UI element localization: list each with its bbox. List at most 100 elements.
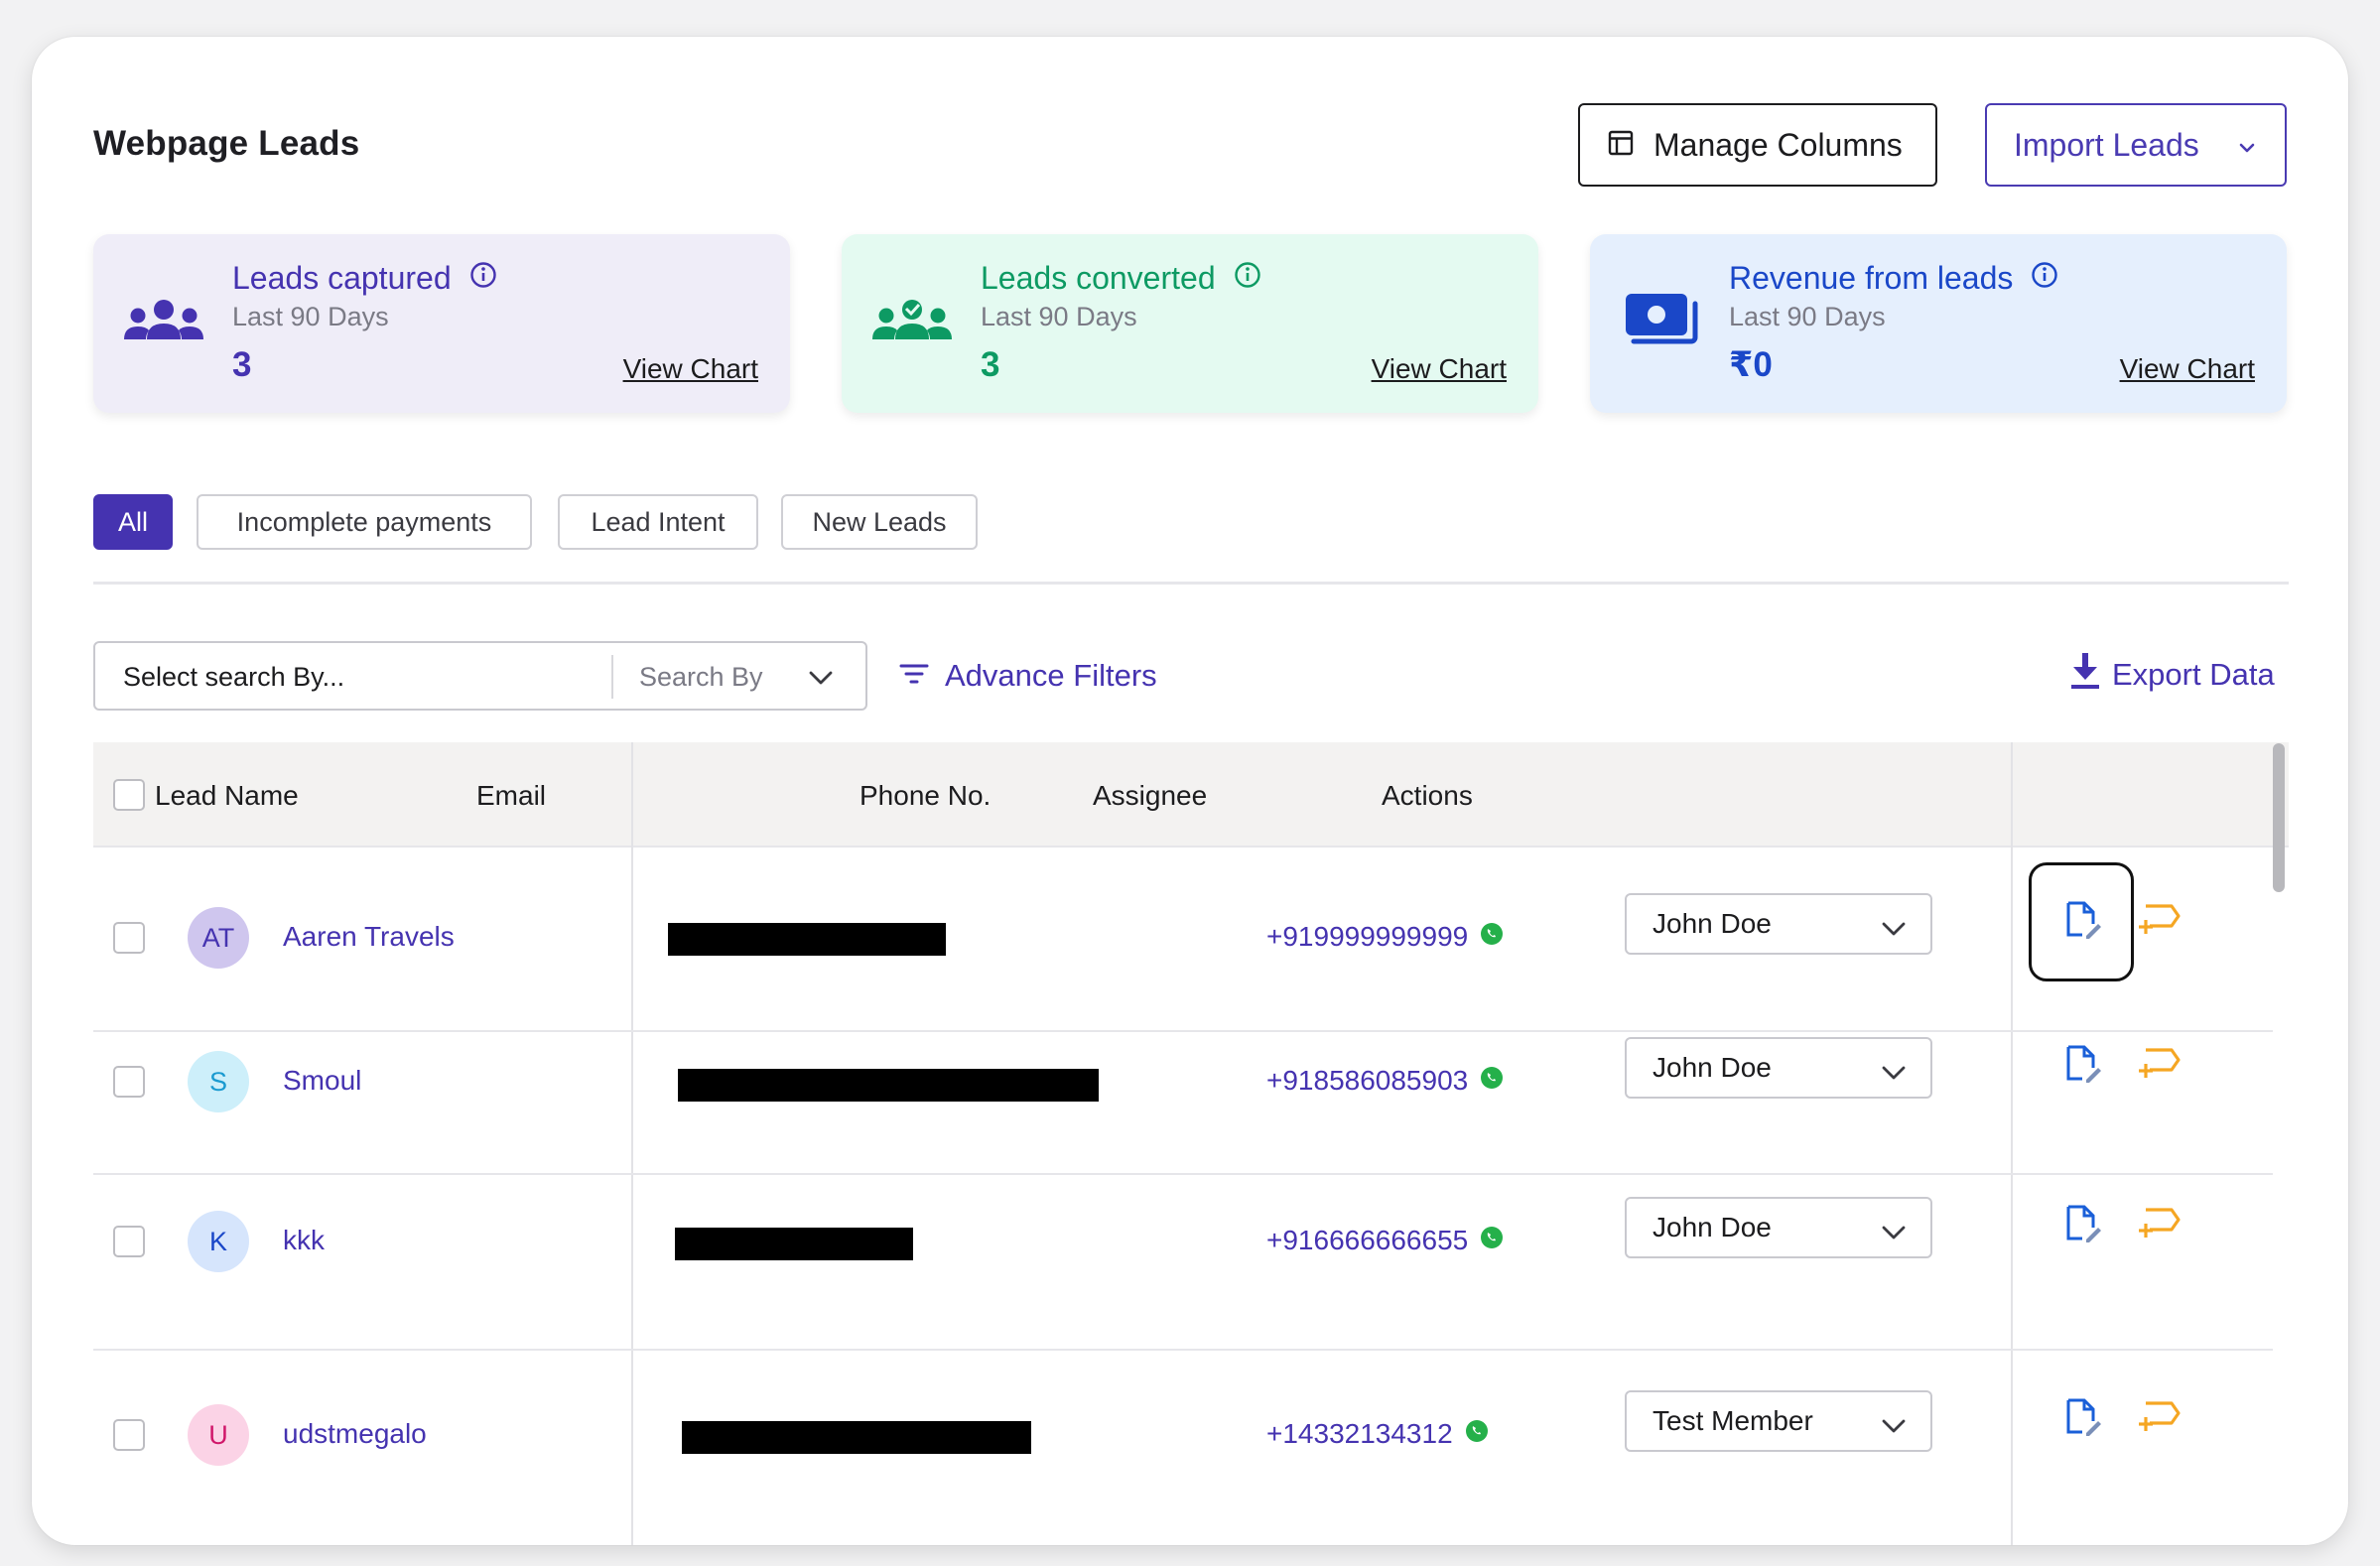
whatsapp-icon[interactable]: [1465, 1418, 1489, 1450]
money-icon: [1624, 292, 1699, 354]
phone-number: +916666666655: [1266, 1225, 1469, 1255]
row-checkbox[interactable]: [113, 1066, 145, 1098]
row-checkbox[interactable]: [113, 922, 145, 954]
table-header: Lead Name Email Phone No. Assignee Actio…: [93, 742, 2289, 848]
email-redacted: [668, 923, 946, 956]
row-checkbox[interactable]: [113, 1226, 145, 1257]
add-followup-icon[interactable]: [2138, 1397, 2182, 1437]
column-divider: [2011, 742, 2013, 1545]
lead-name-link[interactable]: udstmegalo: [283, 1418, 427, 1450]
column-header-actions: Actions: [1382, 780, 1473, 811]
column-header-assignee[interactable]: Assignee: [1093, 780, 1207, 812]
leads-captured-card: Leads captured Last 90 Days 3 View Chart: [93, 234, 790, 413]
add-followup-icon[interactable]: [2138, 900, 2182, 940]
assignee-select[interactable]: Test Member: [1625, 1390, 1932, 1452]
advance-filters-button[interactable]: Advance Filters: [899, 658, 1157, 694]
divider: [611, 655, 613, 699]
avatar: AT: [188, 907, 249, 969]
edit-lead-icon[interactable]: [2062, 1204, 2102, 1243]
view-chart-link[interactable]: View Chart: [2120, 353, 2255, 385]
email-redacted: [682, 1421, 1031, 1454]
assignee-select[interactable]: John Doe: [1625, 1037, 1932, 1099]
card-value: 3: [981, 345, 1000, 384]
tab-incomplete-payments[interactable]: Incomplete payments: [197, 494, 532, 550]
card-title: Leads captured: [232, 260, 452, 296]
info-icon[interactable]: [2031, 260, 2058, 297]
add-followup-icon[interactable]: [2138, 1204, 2182, 1243]
info-icon[interactable]: [1234, 260, 1261, 297]
assignee-value: John Doe: [1653, 1052, 1772, 1083]
page-title: Webpage Leads: [93, 124, 360, 163]
whatsapp-icon[interactable]: [1480, 921, 1504, 953]
users-group-icon: [123, 296, 204, 356]
avatar: U: [188, 1404, 249, 1466]
columns-icon: [1608, 127, 1634, 164]
chevron-down-icon: [2235, 131, 2259, 168]
card-value: ₹0: [1729, 345, 1773, 384]
whatsapp-icon[interactable]: [1480, 1225, 1504, 1256]
card-value: 3: [232, 345, 252, 384]
search-bar: Select search By... Search By: [93, 641, 867, 711]
info-icon[interactable]: [469, 260, 497, 297]
row-divider: [93, 1349, 2273, 1351]
card-period: Last 90 Days: [981, 302, 1137, 331]
whatsapp-icon[interactable]: [1480, 1065, 1504, 1097]
chevron-down-icon[interactable]: [808, 667, 834, 694]
assignee-value: John Doe: [1653, 908, 1772, 939]
edit-lead-icon[interactable]: [2062, 1397, 2102, 1437]
chevron-down-icon: [1881, 1219, 1907, 1250]
chevron-down-icon: [1881, 1059, 1907, 1091]
leads-panel: Webpage Leads Manage Columns Import Lead…: [32, 37, 2348, 1545]
filter-icon: [899, 658, 929, 694]
search-input[interactable]: Select search By...: [123, 662, 344, 693]
manage-columns-label: Manage Columns: [1653, 126, 1903, 163]
column-divider: [631, 742, 633, 1545]
search-by-select[interactable]: Search By: [639, 662, 763, 693]
tab-lead-intent[interactable]: Lead Intent: [558, 494, 758, 550]
lead-name-link[interactable]: kkk: [283, 1225, 325, 1256]
export-data-button[interactable]: Export Data: [2070, 652, 2275, 698]
email-redacted: [675, 1228, 913, 1260]
assignee-select[interactable]: John Doe: [1625, 1197, 1932, 1258]
lead-name-link[interactable]: Smoul: [283, 1065, 361, 1097]
leads-converted-card: Leads converted Last 90 Days 3 View Char…: [842, 234, 1538, 413]
column-header-phone[interactable]: Phone No.: [859, 780, 991, 812]
column-header-email[interactable]: Email: [476, 780, 546, 812]
card-period: Last 90 Days: [1729, 302, 1886, 331]
phone-link[interactable]: +918586085903: [1266, 1065, 1504, 1097]
edit-lead-icon[interactable]: [2062, 900, 2102, 940]
lead-name-link[interactable]: Aaren Travels: [283, 921, 455, 953]
column-header-lead-name[interactable]: Lead Name: [155, 780, 299, 812]
chevron-down-icon: [1881, 1412, 1907, 1444]
view-chart-link[interactable]: View Chart: [1372, 353, 1507, 385]
export-data-label: Export Data: [2112, 657, 2275, 692]
divider: [93, 582, 2289, 585]
users-check-icon: [871, 296, 953, 356]
import-leads-button[interactable]: Import Leads: [1985, 103, 2287, 187]
row-divider: [93, 1173, 2273, 1175]
avatar: K: [188, 1211, 249, 1272]
view-chart-link[interactable]: View Chart: [623, 353, 758, 385]
avatar: S: [188, 1051, 249, 1112]
row-checkbox[interactable]: [113, 1419, 145, 1451]
select-all-checkbox[interactable]: [113, 779, 145, 811]
tab-all[interactable]: All: [93, 494, 173, 550]
table-scrollbar[interactable]: [2273, 743, 2285, 892]
advance-filters-label: Advance Filters: [945, 658, 1157, 693]
phone-number: +918586085903: [1266, 1065, 1469, 1096]
tab-new-leads[interactable]: New Leads: [781, 494, 978, 550]
assignee-value: John Doe: [1653, 1212, 1772, 1242]
chevron-down-icon: [1881, 915, 1907, 947]
card-title: Revenue from leads: [1729, 260, 2014, 296]
assignee-select[interactable]: John Doe: [1625, 893, 1932, 955]
phone-link[interactable]: +916666666655: [1266, 1225, 1504, 1256]
edit-lead-icon[interactable]: [2062, 1044, 2102, 1084]
add-followup-icon[interactable]: [2138, 1044, 2182, 1084]
card-period: Last 90 Days: [232, 302, 389, 331]
manage-columns-button[interactable]: Manage Columns: [1578, 103, 1937, 187]
phone-number: +919999999999: [1266, 921, 1469, 952]
phone-link[interactable]: +919999999999: [1266, 921, 1504, 953]
phone-link[interactable]: +14332134312: [1266, 1418, 1489, 1450]
download-icon: [2070, 652, 2100, 698]
revenue-card: Revenue from leads Last 90 Days ₹0 View …: [1590, 234, 2287, 413]
